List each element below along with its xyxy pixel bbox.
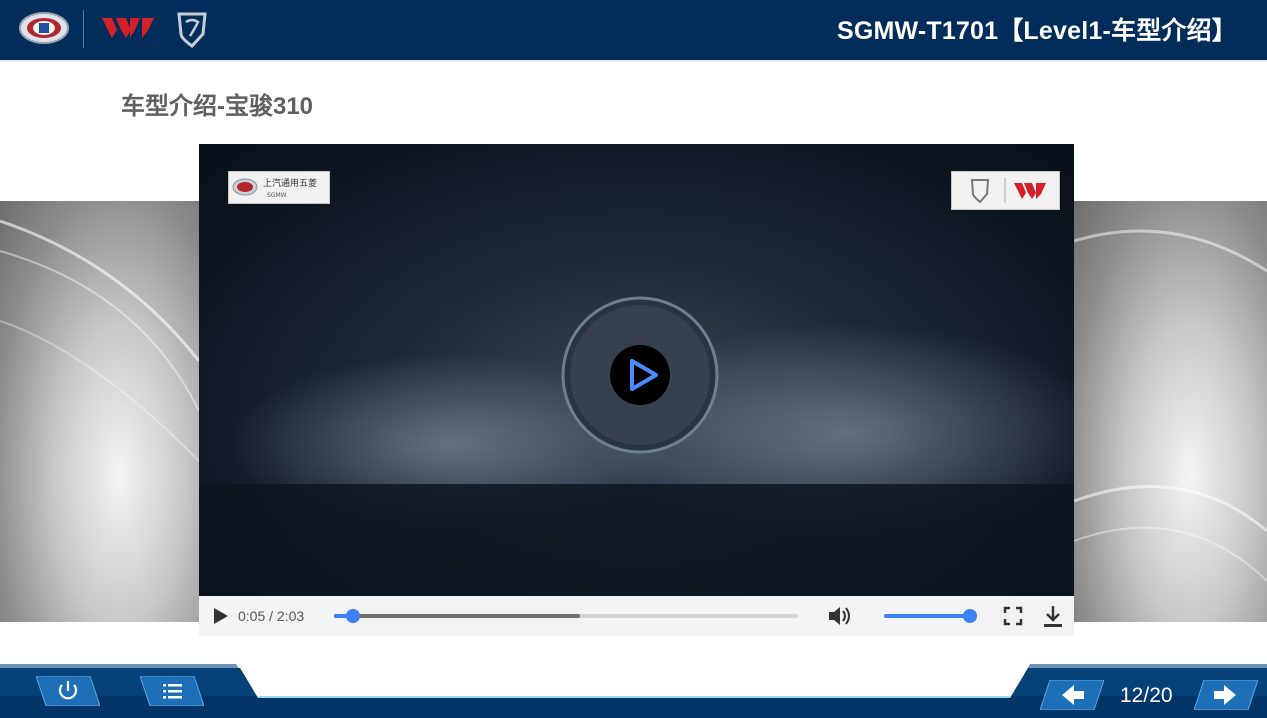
volume-slider[interactable]: [884, 609, 977, 623]
video-frame[interactable]: 上汽通用五菱 SGMW: [199, 144, 1074, 596]
logo-divider: [83, 10, 84, 48]
download-icon[interactable]: [1042, 604, 1064, 628]
next-page-button[interactable]: [1194, 680, 1258, 710]
fullscreen-icon[interactable]: [1003, 606, 1023, 626]
wuling-logo-icon: [102, 18, 154, 38]
time-separator: /: [265, 608, 277, 624]
volume-fill: [884, 614, 970, 618]
video-watermark-brands: [951, 171, 1060, 210]
watermark-subtext: SGMW: [267, 192, 287, 199]
progress-bar[interactable]: [334, 609, 798, 623]
video-controls: 0:05 / 2:03: [199, 596, 1074, 636]
watermark-text: 上汽通用五菱: [263, 177, 317, 189]
current-time: 0:05: [238, 608, 266, 624]
video-watermark-sgmw: 上汽通用五菱 SGMW: [228, 171, 330, 204]
header-bar: SGMW-T1701【Level1-车型介绍】: [0, 0, 1267, 62]
background-swirl-left: [0, 201, 199, 622]
menu-button[interactable]: [140, 676, 204, 706]
baojun-logo-icon: [177, 12, 207, 48]
menu-list-icon: [163, 684, 182, 699]
power-button[interactable]: [36, 676, 100, 706]
previous-page-button[interactable]: [1040, 680, 1104, 710]
volume-icon[interactable]: [827, 605, 853, 627]
progress-thumb[interactable]: [345, 609, 360, 623]
play-icon[interactable]: [211, 607, 229, 625]
page-title: 车型介绍-宝骏310: [121, 93, 314, 120]
background-swirl-right: [1074, 201, 1267, 622]
total-time: 2:03: [276, 608, 305, 624]
volume-thumb[interactable]: [963, 609, 977, 623]
play-overlay-button[interactable]: [608, 343, 672, 407]
course-title: SGMW-T1701【Level1-车型介绍】: [836, 17, 1237, 45]
video-player[interactable]: 上汽通用五菱 SGMW 0:05 / 2:03: [199, 144, 1074, 636]
time-display: 0:05 / 2:03: [238, 608, 304, 624]
progress-buffered: [334, 614, 580, 618]
page-counter: 12/20: [1120, 684, 1173, 707]
sgmw-logo-icon: [19, 12, 69, 44]
